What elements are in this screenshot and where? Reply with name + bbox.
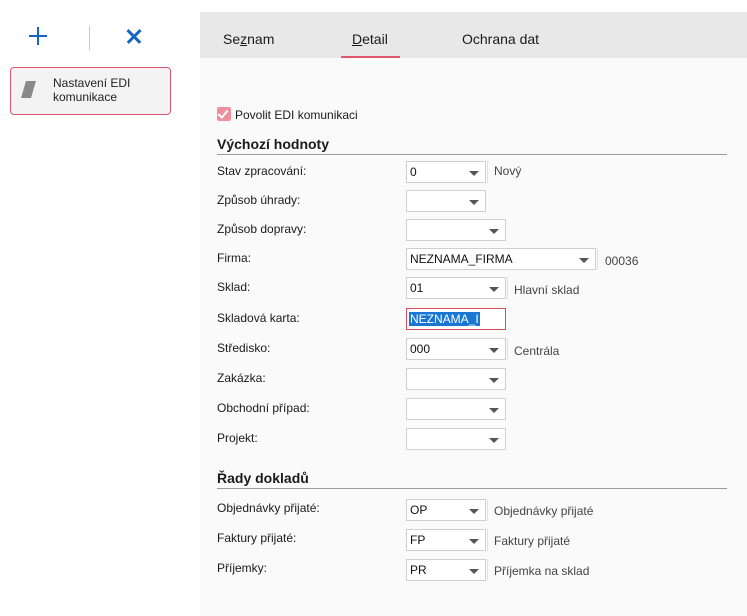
chevron-down-icon: [469, 539, 479, 544]
field-label: Stav zpracování:: [217, 164, 307, 178]
chevron-down-icon: [489, 229, 499, 234]
tab-detail[interactable]: Detail: [352, 31, 388, 47]
series-section-title: Řady dokladů: [217, 470, 309, 486]
nav-item-label: Nastavení EDI komunikace: [53, 76, 131, 104]
chevron-down-icon: [469, 509, 479, 514]
tab-ochrana-dat[interactable]: Ochrana dat: [462, 31, 539, 47]
faktury-prijate-select[interactable]: FP: [406, 529, 486, 551]
nav-item-edi-settings[interactable]: Nastavení EDI komunikace: [10, 67, 171, 115]
field-description: Objednávky přijaté: [494, 504, 594, 518]
chevron-down-icon: [489, 348, 499, 353]
tab-bar: Seznam Detail Ochrana dat: [200, 12, 747, 59]
chevron-down-icon: [469, 171, 479, 176]
field-label: Objednávky přijaté:: [217, 501, 320, 515]
field-label: Skladová karta:: [217, 311, 300, 325]
enable-edi-checkbox[interactable]: [217, 107, 231, 121]
tab-seznam[interactable]: Seznam: [223, 31, 274, 47]
prijemky-select[interactable]: PR: [406, 559, 486, 581]
detail-form: Povolit EDI komunikaci Výchozí hodnoty S…: [200, 58, 747, 616]
stredisko-select[interactable]: 000: [406, 338, 506, 360]
field-label: Zakázka:: [217, 371, 266, 385]
objednavky-prijate-select[interactable]: OP: [406, 499, 486, 521]
section-divider: [217, 154, 727, 155]
left-panel: Nastavení EDI komunikace: [0, 0, 186, 616]
chevron-down-icon: [489, 438, 499, 443]
close-icon[interactable]: [122, 24, 146, 48]
field-description: 00036: [605, 254, 639, 268]
zpusob-dopravy-select[interactable]: [406, 219, 506, 241]
field-label: Způsob dopravy:: [217, 222, 307, 236]
chevron-down-icon: [489, 287, 499, 292]
chevron-down-icon: [579, 258, 589, 263]
detail-panel: Seznam Detail Ochrana dat Povolit EDI ko…: [200, 12, 747, 616]
document-icon: [21, 81, 36, 98]
field-label: Projekt:: [217, 431, 258, 445]
enable-edi-label: Povolit EDI komunikaci: [235, 108, 358, 122]
firma-select[interactable]: NEZNAMA_FIRMA: [406, 248, 596, 270]
skladova-karta-select[interactable]: NEZNAMA_I: [406, 308, 506, 330]
zakazka-select[interactable]: [406, 368, 506, 390]
stav-zpracovani-select[interactable]: 0: [406, 161, 486, 183]
field-label: Obchodní případ:: [217, 401, 310, 415]
field-label: Způsob úhrady:: [217, 193, 301, 207]
field-description: Hlavní sklad: [514, 283, 580, 297]
section-divider: [217, 488, 727, 489]
projekt-select[interactable]: [406, 428, 506, 450]
field-description: Příjemka na sklad: [494, 564, 590, 578]
sklad-select[interactable]: 01: [406, 277, 506, 299]
plus-icon[interactable]: [26, 24, 50, 48]
zpusob-uhrady-select[interactable]: [406, 190, 486, 212]
field-description: Nový: [494, 164, 522, 178]
obchodni-pripad-select[interactable]: [406, 398, 506, 420]
field-label: Faktury přijaté:: [217, 531, 297, 545]
chevron-down-icon: [469, 200, 479, 205]
toolbar-separator: [89, 26, 90, 50]
field-description: Faktury přijaté: [494, 534, 571, 548]
chevron-down-icon: [469, 569, 479, 574]
defaults-section-title: Výchozí hodnoty: [217, 136, 329, 152]
field-label: Středisko:: [217, 341, 271, 355]
chevron-down-icon: [489, 378, 499, 383]
field-label: Sklad:: [217, 280, 251, 294]
field-label: Příjemky:: [217, 561, 268, 575]
chevron-down-icon: [489, 408, 499, 413]
field-description: Centrála: [514, 344, 560, 358]
field-label: Firma:: [217, 251, 251, 265]
